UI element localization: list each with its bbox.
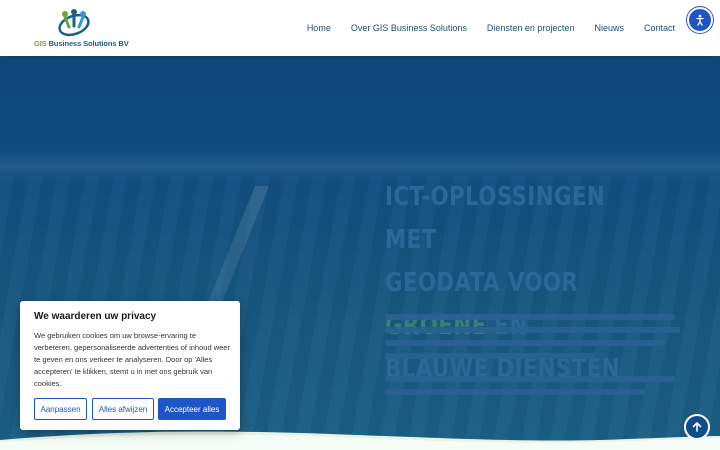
nav-diensten[interactable]: Diensten en projecten (487, 23, 575, 33)
cookie-text: We gebruiken cookies om uw browse-ervari… (34, 331, 230, 388)
arrow-up-icon (692, 422, 702, 432)
logo-icon (58, 9, 90, 37)
cookie-reject-button[interactable]: Alles afwijzen (92, 398, 154, 420)
cookie-banner: We waarderen uw privacy We gebruiken coo… (20, 301, 240, 430)
nav-contact[interactable]: Contact (644, 23, 675, 33)
site-header: GIS Business Solutions BV Home Over GIS … (0, 0, 720, 56)
scroll-to-top-button[interactable] (684, 414, 710, 440)
company-logo[interactable]: GIS Business Solutions BV (34, 8, 129, 50)
cookie-title: We waarderen uw privacy (34, 311, 157, 322)
hero-title-line1: ICT-oplossingen met (385, 182, 606, 255)
main-nav: Home Over GIS Business Solutions Dienste… (307, 0, 675, 56)
hero-wave (0, 431, 720, 450)
hero-paragraph-lines (385, 314, 680, 395)
logo-text-rest: Business Solutions BV (46, 39, 129, 48)
nav-home[interactable]: Home (307, 23, 331, 33)
cookie-customize-button[interactable]: Aanpassen (34, 398, 87, 420)
nav-over-gis[interactable]: Over GIS Business Solutions (351, 23, 467, 33)
accessibility-icon (696, 14, 704, 26)
logo-text: GIS Business Solutions BV (34, 39, 129, 48)
cookie-accept-button[interactable]: Accepteer alles (158, 398, 226, 420)
nav-nieuws[interactable]: Nieuws (594, 23, 624, 33)
hero-title-line2-a: geodata voor (385, 268, 579, 298)
accessibility-button[interactable] (687, 7, 713, 33)
logo-text-gis: GIS (34, 39, 47, 48)
